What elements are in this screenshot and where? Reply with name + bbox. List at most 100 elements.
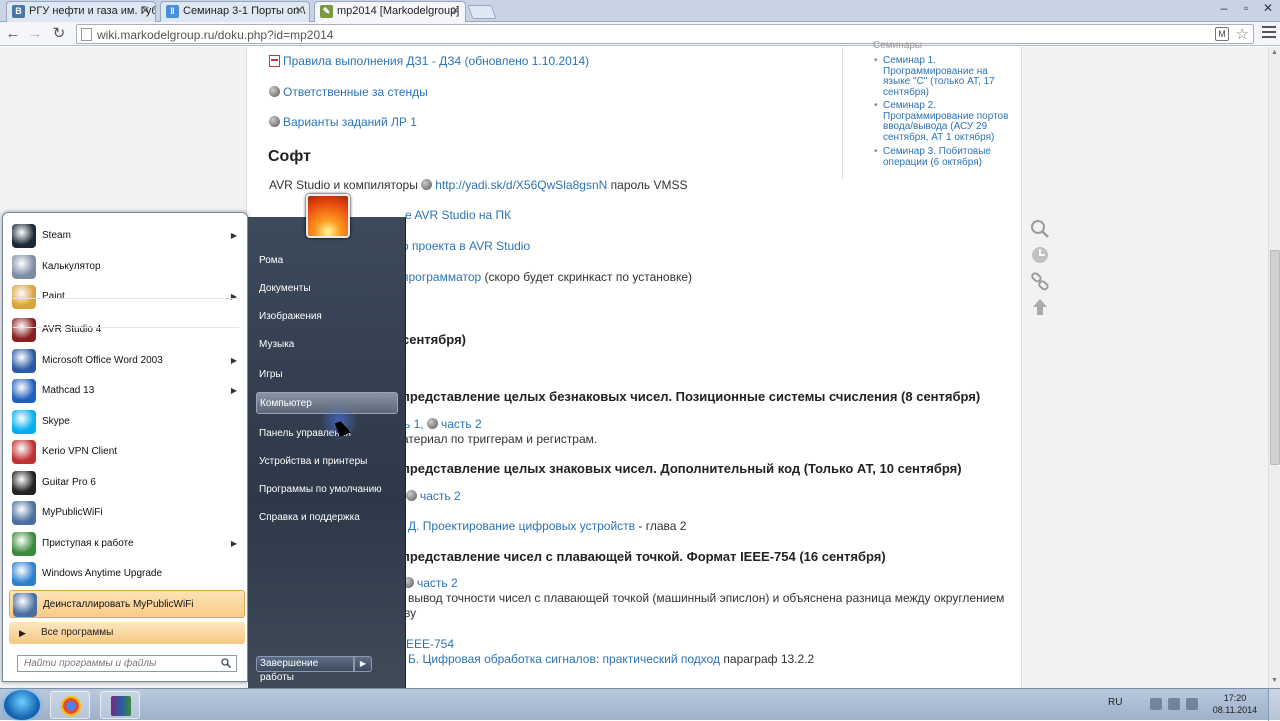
- topic-heading-float: представление чисел с плавающей точкой. …: [402, 549, 886, 564]
- program-item[interactable]: Kerio VPN Client: [9, 438, 245, 466]
- tab-mp2014[interactable]: ✎ mp2014 [Markodelgroup] ✕: [314, 1, 466, 23]
- program-item[interactable]: Microsoft Office Word 2003 ▶: [9, 347, 245, 375]
- yadisk-link[interactable]: http://yadi.sk/d/X56QwSla8gsnN: [435, 178, 607, 192]
- topic-c-link[interactable]: часть 2: [403, 576, 458, 590]
- bookmark-star-icon[interactable]: ☆: [1236, 25, 1249, 43]
- scroll-up-icon[interactable]: ▲: [1271, 49, 1278, 56]
- tab-seminar[interactable]: ‖ Семинар 3-1 Порты on \ ✕: [160, 1, 310, 22]
- reload-icon[interactable]: ↻: [50, 25, 68, 43]
- minimize-icon[interactable]: –: [1214, 0, 1234, 18]
- close-tab-icon[interactable]: ✕: [295, 2, 304, 21]
- start-place-item[interactable]: Игры: [256, 364, 398, 386]
- topic-heading-signed: представление целых знаковых чисел. Допо…: [402, 461, 962, 476]
- soft-line: AVR Studio и компиляторы http://yadi.sk/…: [269, 178, 688, 192]
- vertical-scrollbar[interactable]: ▲ ▼: [1268, 47, 1280, 688]
- network-icon[interactable]: [1150, 698, 1162, 710]
- link-avr-project[interactable]: о проекта в AVR Studio: [402, 239, 530, 253]
- start-place-item[interactable]: Программы по умолчанию: [256, 479, 398, 501]
- toc-item-seminar1[interactable]: Семинар 1. Программирование на языке "С"…: [874, 55, 1013, 98]
- start-place-item[interactable]: Устройства и принтеры: [256, 451, 398, 473]
- new-tab-button[interactable]: [467, 5, 497, 19]
- maximize-icon[interactable]: ▫: [1236, 0, 1256, 18]
- chrome-taskbar-button[interactable]: [50, 691, 90, 719]
- start-place-item[interactable]: Рома: [256, 250, 398, 272]
- program-label: Guitar Pro 6: [42, 477, 96, 488]
- scroll-down-icon[interactable]: ▼: [1271, 677, 1278, 684]
- program-item[interactable]: Windows Anytime Upgrade: [9, 560, 245, 588]
- tab-rgu[interactable]: В РГУ нефти и газа им. Губ ✕: [6, 1, 156, 22]
- winrar-taskbar-button[interactable]: [100, 691, 140, 719]
- start-menu-places-pane: Рома Документы Изображения Музыка Игры Компью…: [248, 217, 406, 688]
- search-icon[interactable]: [1030, 219, 1050, 239]
- shutdown-button[interactable]: Завершение работы: [256, 656, 354, 683]
- chrome-icon: [61, 696, 81, 716]
- close-window-icon[interactable]: ✕: [1258, 0, 1278, 18]
- program-item[interactable]: Mathcad 13 ▶: [9, 377, 245, 405]
- program-item[interactable]: Skype: [9, 408, 245, 436]
- extension-icon[interactable]: M: [1215, 27, 1229, 41]
- show-desktop-button[interactable]: [1268, 689, 1280, 721]
- program-label: MyPublicWiFi: [42, 507, 103, 518]
- vk-icon: В: [12, 5, 25, 18]
- link-icon[interactable]: [1030, 271, 1050, 291]
- link-rules[interactable]: Правила выполнения ДЗ1 - ДЗ4 (обновлено …: [269, 54, 589, 68]
- close-tab-icon[interactable]: ✕: [141, 2, 150, 21]
- program-item[interactable]: MyPublicWiFi: [9, 499, 245, 527]
- topic-c-book: Б. Цифровая обработка сигналов: практиче…: [408, 652, 815, 666]
- clock-icon[interactable]: [1030, 245, 1050, 265]
- program-label: Skype: [42, 416, 70, 427]
- toc-item-seminar3[interactable]: Семинар 3. Побитовые операции (6 октября…: [874, 146, 1013, 168]
- close-tab-icon[interactable]: ✕: [451, 2, 460, 21]
- scrollbar-thumb[interactable]: [1270, 250, 1280, 465]
- address-bar[interactable]: wiki.markodelgroup.ru/doku.php?id=mp2014…: [76, 24, 1254, 44]
- program-item[interactable]: Paint ▶: [9, 283, 245, 311]
- link-avr-install[interactable]: e AVR Studio на ПК: [405, 208, 511, 222]
- wifi-icon: [12, 501, 36, 525]
- start-search-input[interactable]: Найти программы и файлы: [17, 655, 237, 672]
- all-programs-button[interactable]: ▶ Все программы: [9, 622, 245, 644]
- program-label: Приступая к работе: [42, 538, 134, 549]
- program-item[interactable]: Деинсталлировать MyPublicWiFi: [9, 590, 245, 618]
- start-place-item[interactable]: Изображения: [256, 306, 398, 328]
- getting-started-icon: [12, 532, 36, 556]
- language-indicator[interactable]: RU: [1108, 697, 1122, 708]
- program-item[interactable]: AVR Studio 4: [9, 316, 245, 344]
- link-variants[interactable]: Варианты заданий ЛР 1: [269, 115, 417, 129]
- search-icon: [221, 658, 231, 668]
- calculator-icon: [12, 255, 36, 279]
- program-item[interactable]: Guitar Pro 6: [9, 469, 245, 497]
- url-text[interactable]: wiki.markodelgroup.ru/doku.php?id=mp2014: [97, 28, 333, 42]
- start-place-item[interactable]: Справка и поддержка: [256, 507, 398, 529]
- triangle-right-icon: ▶: [19, 628, 26, 638]
- mathcad-icon: [12, 379, 36, 403]
- tab-label: Семинар 3-1 Порты on \: [183, 5, 306, 17]
- link-ieee754[interactable]: EEE-754: [406, 637, 454, 651]
- start-button[interactable]: [4, 690, 40, 720]
- start-place-item[interactable]: Документы: [256, 278, 398, 300]
- tab-label: mp2014 [Markodelgroup]: [337, 5, 460, 17]
- chrome-menu-icon[interactable]: [1262, 26, 1276, 40]
- program-item[interactable]: Приступая к работе ▶: [9, 530, 245, 558]
- dokuwiki-icon: ✎: [320, 5, 333, 18]
- topic-c-note: вывод точности чисел с плавающей точкой …: [408, 591, 1005, 605]
- winrar-icon: [111, 696, 131, 716]
- topic-b-link[interactable]: часть 2: [406, 489, 461, 503]
- program-label: Paint: [42, 291, 65, 302]
- back-arrow-icon[interactable]: ←: [4, 25, 22, 43]
- forward-arrow-icon[interactable]: →: [26, 25, 44, 43]
- start-menu: Steam ▶ Калькулятор Paint ▶ AVR Studio 4 Micro…: [0, 212, 406, 688]
- link-responsible[interactable]: Ответственные за стенды: [269, 85, 428, 99]
- back-to-top-icon[interactable]: [1030, 297, 1050, 317]
- toc-item-seminar2[interactable]: Семинар 2. Программирование портов ввода…: [874, 100, 1013, 143]
- volume-icon[interactable]: [1186, 698, 1198, 710]
- program-item[interactable]: Steam ▶: [9, 222, 245, 250]
- program-label: Steam: [42, 230, 71, 241]
- start-place-item[interactable]: Музыка: [256, 334, 398, 356]
- system-clock[interactable]: 17:20 08.11.2014: [1210, 692, 1260, 716]
- shutdown-options-button[interactable]: ▶: [354, 656, 372, 672]
- flag-icon[interactable]: [1168, 698, 1180, 710]
- skype-icon: [12, 410, 36, 434]
- program-item[interactable]: Калькулятор: [9, 253, 245, 281]
- user-avatar[interactable]: [306, 194, 350, 238]
- windows-icon: [12, 562, 36, 586]
